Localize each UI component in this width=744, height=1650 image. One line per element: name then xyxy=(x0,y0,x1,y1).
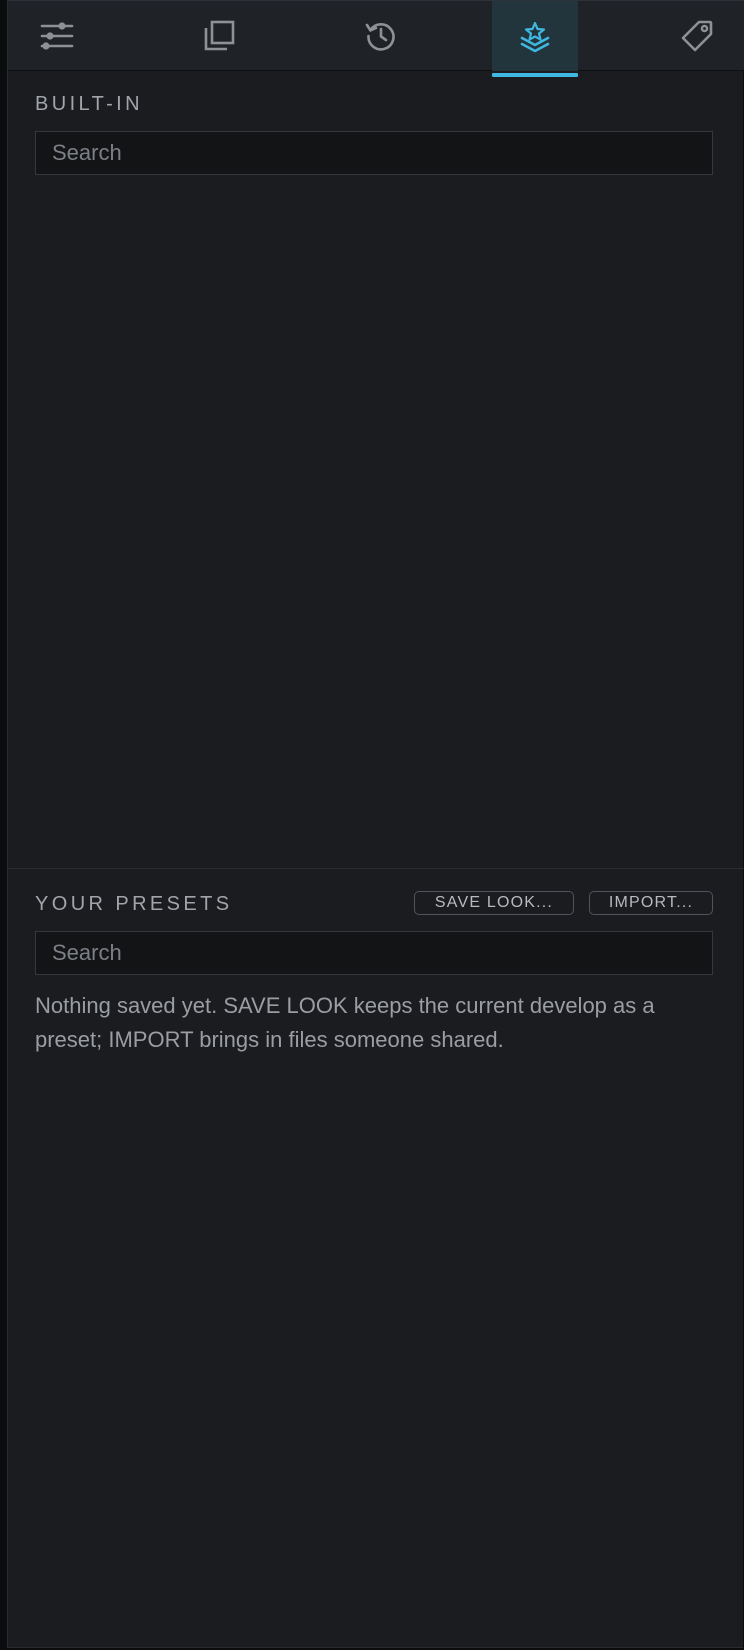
builtin-section-title: BUILT-IN xyxy=(35,93,143,115)
empty-presets-message: Nothing saved yet. SAVE LOOK keeps the c… xyxy=(35,993,655,1052)
panel-tab-bar xyxy=(8,0,744,77)
presets-layers-icon xyxy=(520,21,550,53)
tab-tags[interactable] xyxy=(654,1,740,71)
tab-presets[interactable] xyxy=(492,1,578,77)
history-icon xyxy=(365,23,395,51)
tag-icon xyxy=(681,20,713,52)
your-presets-search-input[interactable] xyxy=(35,931,713,975)
import-button[interactable]: IMPORT... xyxy=(589,891,713,915)
section-divider xyxy=(8,868,744,869)
tab-copies[interactable] xyxy=(176,1,262,71)
tab-history[interactable] xyxy=(338,1,424,71)
copy-stack-icon xyxy=(204,20,235,51)
save-look-button[interactable]: SAVE LOOK... xyxy=(414,891,574,915)
sliders-icon xyxy=(40,22,74,50)
your-presets-section-title: YOUR PRESETS xyxy=(35,893,233,915)
builtin-search-input[interactable] xyxy=(35,131,713,175)
presets-panel: BUILT-IN YOUR PRESETS SAVE LOOK... IMPOR… xyxy=(7,0,744,1648)
tab-adjustments[interactable] xyxy=(14,1,100,71)
active-tab-indicator xyxy=(492,73,578,77)
